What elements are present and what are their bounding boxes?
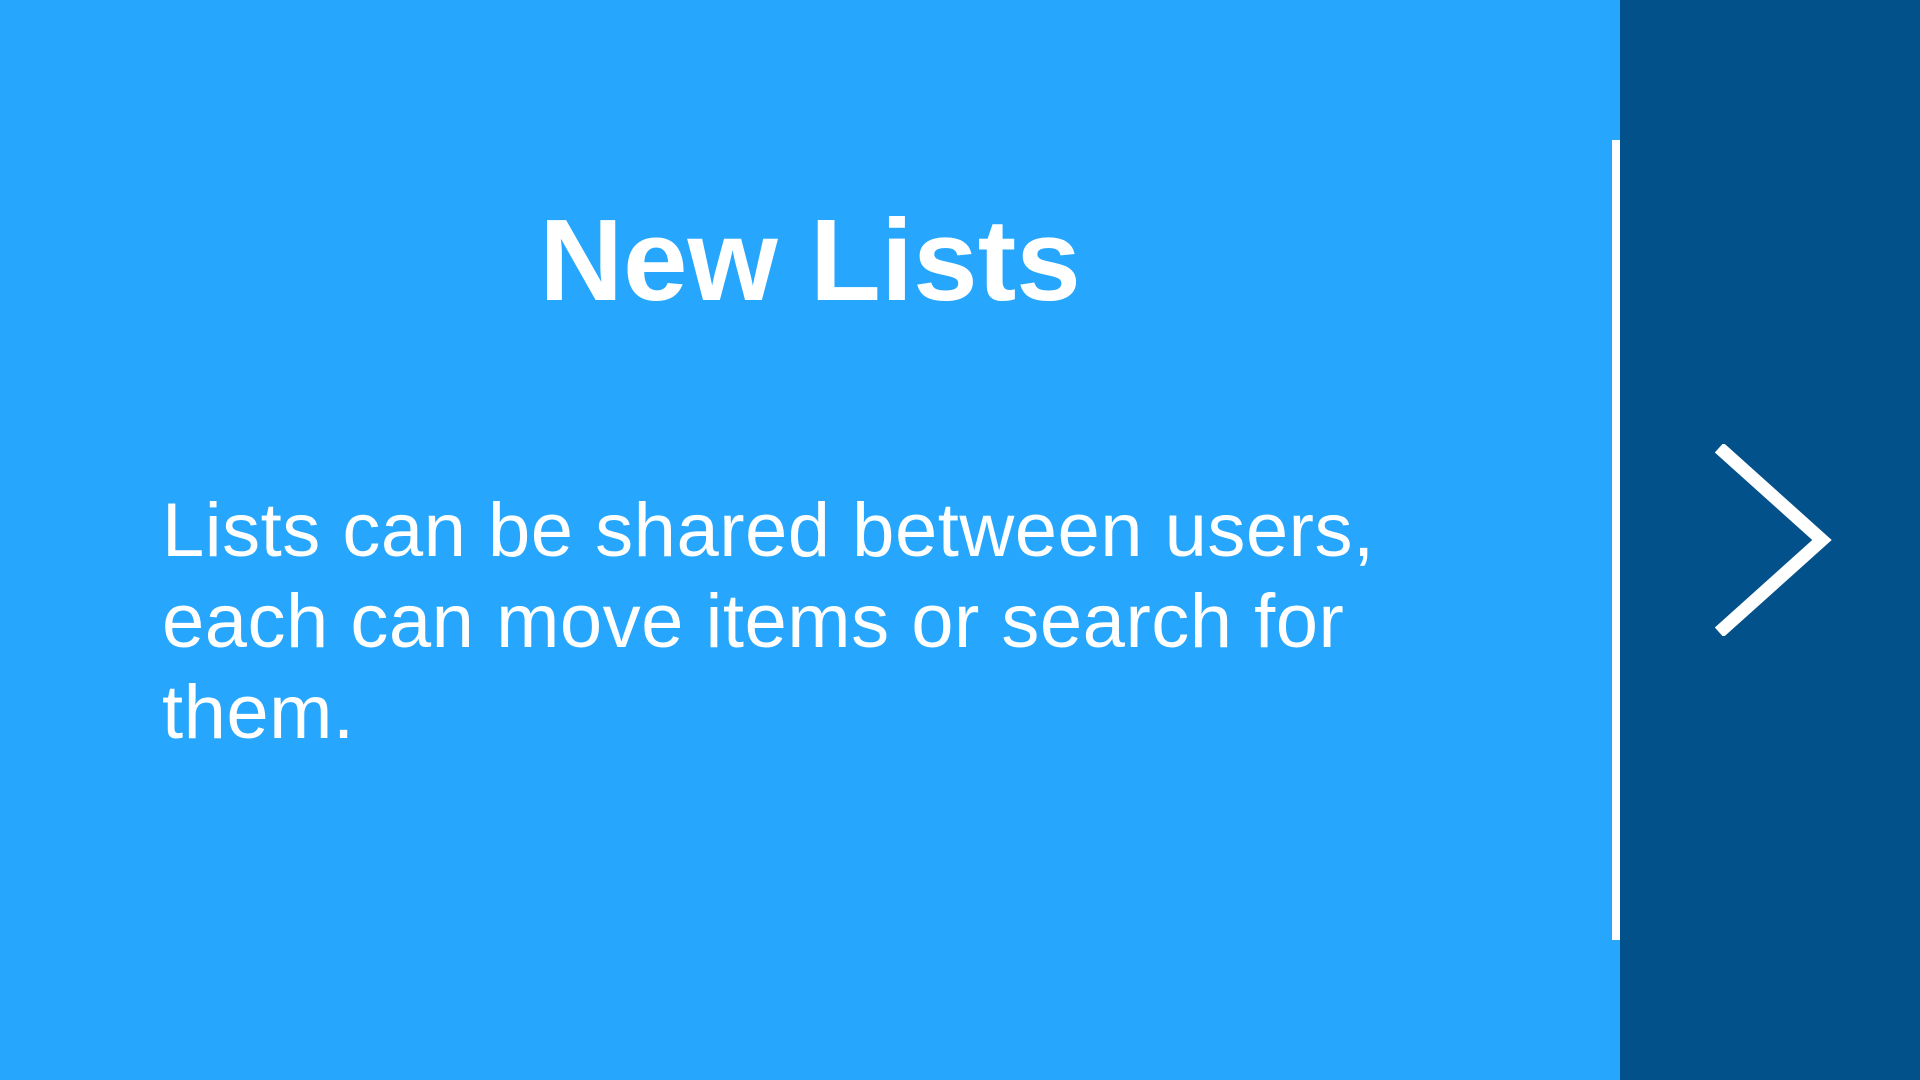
slide-screen: New Lists Lists can be shared between us… [0,0,1920,1080]
chevron-right-icon[interactable] [1712,444,1836,636]
slide-description: Lists can be shared between users, each … [162,488,1375,755]
content-panel: New Lists Lists can be shared between us… [0,0,1620,1080]
slide-title: New Lists [539,195,1081,325]
